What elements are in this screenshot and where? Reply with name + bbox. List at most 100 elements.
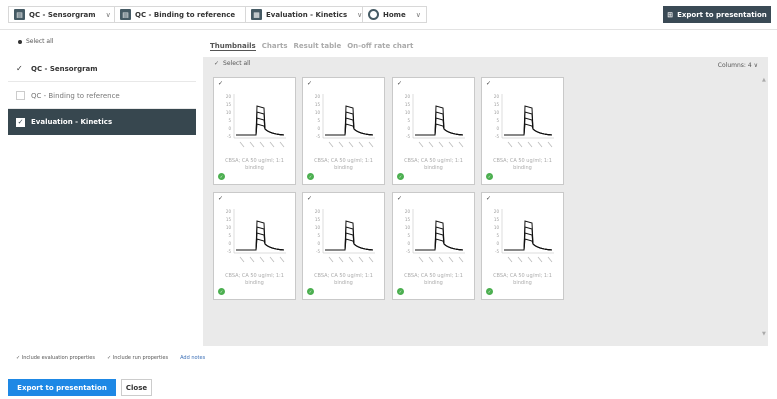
- x-tick-label: [338, 141, 344, 148]
- include-run-label: Include run properties: [112, 355, 169, 361]
- sensorgram-curve: [504, 232, 553, 251]
- y-tick-label: 20: [226, 94, 232, 99]
- sensorgram-curve: [236, 117, 285, 136]
- thumbnail-card[interactable]: ✓ 20 15 10 5 0 -5 CBSA; CA 50 ug/ml; 1:1 binding…: [302, 77, 385, 185]
- y-tick-label: 0: [407, 241, 410, 246]
- sensorgram-curve: [236, 232, 285, 251]
- y-tick-label: -5: [316, 134, 320, 139]
- thumbnail-card[interactable]: ✓ 20 15 10 5 0 -5 CBSA; CA 50 ug/ml; 1:1 binding…: [392, 77, 475, 185]
- tab-result-table[interactable]: Result table: [294, 42, 342, 51]
- report-item-sensorgram[interactable]: ✓ QC - Sensorgram: [8, 56, 196, 82]
- tab-charts[interactable]: Charts: [262, 42, 288, 51]
- sensorgram-curve: [415, 232, 464, 251]
- check-icon[interactable]: ✓: [218, 80, 223, 87]
- view-dropdown-sensorgram[interactable]: ▤ QC - Sensorgram ∨: [8, 6, 117, 23]
- sensorgram-curve: [236, 226, 285, 251]
- view-dropdown-binding[interactable]: ▤ QC - Binding to reference ∨: [114, 6, 257, 23]
- x-tick-label: [438, 141, 444, 148]
- sensorgram-curve: [325, 123, 374, 136]
- thumbnail-card[interactable]: ✓ 20 15 10 5 0 -5 CBSA; CA 50 ug/ml; 1:1 binding…: [481, 192, 564, 300]
- y-tick-label: 10: [226, 110, 232, 115]
- y-tick-label: 0: [317, 126, 320, 131]
- y-tick-label: 0: [407, 126, 410, 131]
- x-tick-label: [269, 256, 275, 263]
- vertical-scrollbar[interactable]: ▲ ▼: [762, 77, 767, 337]
- x-tick-label: [428, 141, 434, 148]
- x-tick-label: [328, 256, 334, 263]
- sensorgram-curve: [236, 111, 285, 136]
- x-tick-label: [358, 256, 364, 263]
- status-ok-icon: ✓: [307, 288, 314, 295]
- thumbnail-card[interactable]: ✓ 20 15 10 5 0 -5 CBSA; CA 50 ug/ml; 1:1 binding…: [302, 192, 385, 300]
- check-icon[interactable]: ✓: [486, 195, 491, 202]
- check-icon[interactable]: ✓: [307, 195, 312, 202]
- thumbnail-area: ✓ Select all Columns: 4 ∨ ▲ ▼ ✓ 20 15 10 5 0 -…: [203, 57, 768, 346]
- chevron-down-icon: ∨: [753, 62, 758, 69]
- sensorgram-curve: [415, 111, 464, 136]
- chart-axis: [501, 209, 554, 254]
- x-tick-label: [527, 256, 533, 263]
- thumbnail-card[interactable]: ✓ 20 15 10 5 0 -5 CBSA; CA 50 ug/ml; 1:1 binding…: [213, 77, 296, 185]
- y-tick-label: 20: [315, 209, 321, 214]
- status-ok-icon: ✓: [486, 288, 493, 295]
- select-all-reports[interactable]: Select all: [18, 38, 53, 45]
- x-tick-label: [458, 141, 464, 148]
- report-item-binding[interactable]: QC - Binding to reference: [8, 83, 196, 109]
- caption-line: CBSA; CA 50 ug/ml; 1:1: [404, 273, 463, 279]
- caption-line: binding: [245, 280, 264, 286]
- thumbnail-caption: CBSA; CA 50 ug/ml; 1:1 binding: [216, 273, 293, 287]
- check-icon[interactable]: ✓: [397, 80, 402, 87]
- x-tick-label: [328, 141, 334, 148]
- y-tick-label: 0: [496, 241, 499, 246]
- caption-line: binding: [334, 165, 353, 171]
- view-tabs: Thumbnails Charts Result table On-off ra…: [210, 42, 413, 51]
- thumbnail-card[interactable]: ✓ 20 15 10 5 0 -5 CBSA; CA 50 ug/ml; 1:1 binding…: [392, 192, 475, 300]
- tab-thumbnails[interactable]: Thumbnails: [210, 42, 256, 51]
- top-toolbar: ▤ QC - Sensorgram ∨ ▤ QC - Binding to re…: [0, 0, 777, 30]
- thumbnail-caption: CBSA; CA 50 ug/ml; 1:1 binding: [305, 158, 382, 172]
- sensorgram-curve: [325, 226, 374, 251]
- check-icon[interactable]: ✓: [486, 80, 491, 87]
- sensorgram-curve: [325, 105, 374, 136]
- x-tick-label: [239, 256, 245, 263]
- doc-icon: ▤: [120, 9, 131, 20]
- export-presentation-button-top[interactable]: ⊞ Export to presentation: [663, 6, 771, 23]
- sensorgram-curve: [325, 220, 374, 251]
- check-icon[interactable]: ✓: [218, 195, 223, 202]
- y-tick-label: -5: [316, 249, 320, 254]
- view-dropdown-label: QC - Binding to reference: [135, 10, 236, 19]
- chart-axis: [322, 94, 375, 139]
- view-dropdown-kinetics[interactable]: ▦ Evaluation - Kinetics ∨: [245, 6, 369, 23]
- y-tick-label: 5: [407, 233, 410, 238]
- include-eval-label: Include evaluation properties: [21, 355, 95, 361]
- thumbnail-card[interactable]: ✓ 20 15 10 5 0 -5 CBSA; CA 50 ug/ml; 1:1 binding…: [481, 77, 564, 185]
- columns-selector[interactable]: Columns: 4 ∨: [718, 62, 758, 69]
- x-tick-label: [547, 256, 553, 263]
- x-tick-label: [547, 141, 553, 148]
- x-tick-label: [239, 141, 245, 148]
- tab-on-off-rate-chart[interactable]: On-off rate chart: [347, 42, 413, 51]
- check-icon[interactable]: ✓: [307, 80, 312, 87]
- home-dropdown[interactable]: Home ∨: [362, 6, 427, 23]
- sensorgram-curve: [415, 123, 464, 136]
- x-tick-label: [249, 256, 255, 263]
- include-run-option[interactable]: ✓ Include run properties: [107, 355, 168, 361]
- thumbnail-card[interactable]: ✓ 20 15 10 5 0 -5 CBSA; CA 50 ug/ml; 1:1 binding…: [213, 192, 296, 300]
- check-icon[interactable]: ✓: [397, 195, 402, 202]
- sensorgram-curve: [504, 123, 553, 136]
- include-eval-option[interactable]: ✓ Include evaluation properties: [16, 355, 95, 361]
- status-ok-icon: ✓: [218, 288, 225, 295]
- add-notes-link[interactable]: Add notes: [180, 355, 205, 361]
- report-item-kinetics[interactable]: ✓ Evaluation - Kinetics: [8, 109, 196, 135]
- chart-axis: [412, 94, 465, 139]
- status-ok-icon: ✓: [397, 288, 404, 295]
- select-all-thumbnails[interactable]: ✓ Select all: [214, 60, 250, 67]
- y-tick-label: 15: [405, 217, 411, 222]
- close-button[interactable]: Close: [121, 379, 152, 396]
- sensorgram-thumbnail-chart: 20 15 10 5 0 -5: [494, 94, 554, 148]
- y-tick-label: -5: [406, 134, 410, 139]
- x-tick-label: [368, 141, 374, 148]
- x-tick-label: [338, 256, 344, 263]
- export-presentation-button[interactable]: Export to presentation: [8, 379, 116, 396]
- sensorgram-thumbnail-chart: 20 15 10 5 0 -5: [315, 209, 375, 263]
